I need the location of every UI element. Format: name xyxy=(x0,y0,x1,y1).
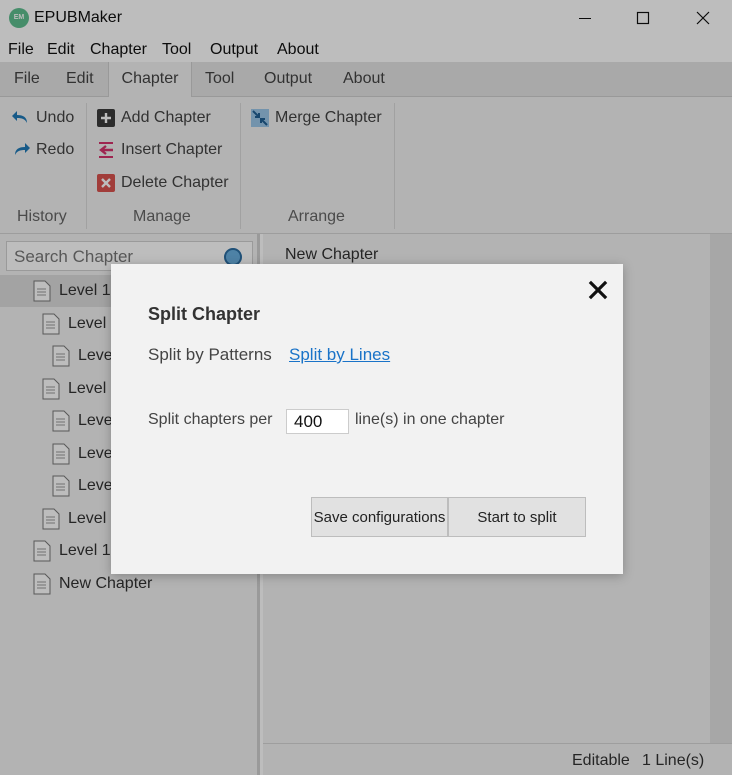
dialog-close-icon[interactable] xyxy=(586,278,610,302)
tab-split-by-patterns[interactable]: Split by Patterns xyxy=(148,345,272,365)
split-chapter-dialog: Split Chapter Split by Patterns Split by… xyxy=(111,264,623,574)
start-split-button[interactable]: Start to split xyxy=(448,497,586,537)
dialog-title: Split Chapter xyxy=(148,304,261,324)
save-configurations-button[interactable]: Save configurations xyxy=(311,497,448,537)
lines-unit-label: line(s) in one chapter xyxy=(355,411,505,428)
tab-split-by-lines[interactable]: Split by Lines xyxy=(289,345,390,365)
split-per-label: Split chapters per xyxy=(148,411,273,428)
lines-per-chapter-input[interactable] xyxy=(286,409,349,434)
